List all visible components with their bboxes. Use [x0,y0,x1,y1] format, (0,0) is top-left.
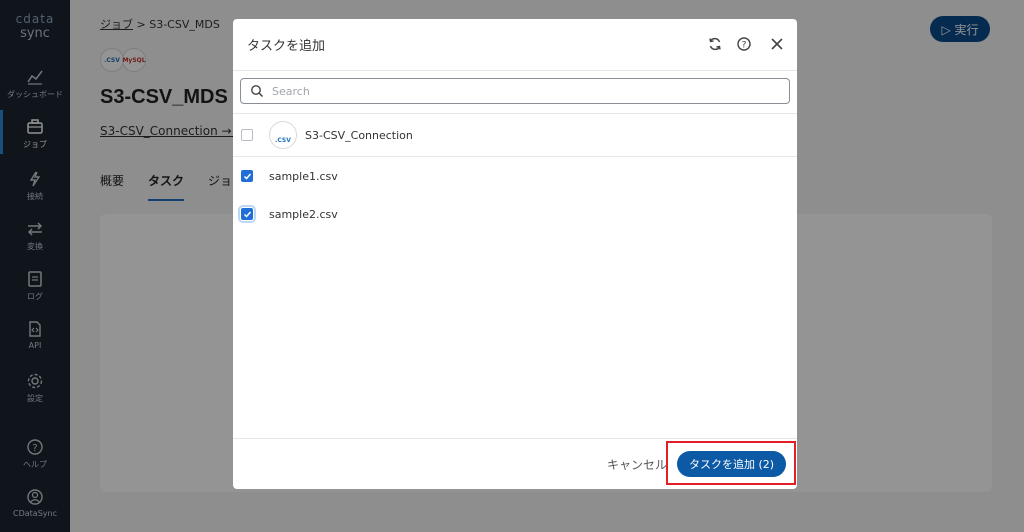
check-icon [243,173,251,180]
dialog-header: タスクを追加 ? [233,19,797,71]
connection-row[interactable]: .CSV S3-CSV_Connection [233,113,797,157]
list-item[interactable]: sample1.csv [233,166,797,186]
refresh-icon[interactable] [707,36,723,52]
list-item[interactable]: sample2.csv [233,204,797,224]
search-input[interactable] [272,84,752,98]
search-icon [251,85,264,98]
cancel-button[interactable]: キャンセル [607,456,667,473]
dialog-title: タスクを追加 [247,39,326,54]
csv-icon: .CSV [269,121,297,149]
help-icon[interactable]: ? [736,36,752,52]
file-checkbox[interactable] [241,170,253,182]
file-name: sample1.csv [269,169,338,183]
svg-text:?: ? [742,41,747,51]
connection-checkbox[interactable] [241,129,253,141]
file-checkbox[interactable] [238,205,256,223]
file-name: sample2.csv [269,207,338,221]
close-icon[interactable] [769,36,785,52]
search-field [240,78,790,104]
check-icon [243,211,251,218]
add-task-dialog: タスクを追加 ? .CSV S3-CSV_Connection sample1.… [233,19,797,489]
connection-name: S3-CSV_Connection [305,128,413,142]
highlight-box [666,441,796,485]
